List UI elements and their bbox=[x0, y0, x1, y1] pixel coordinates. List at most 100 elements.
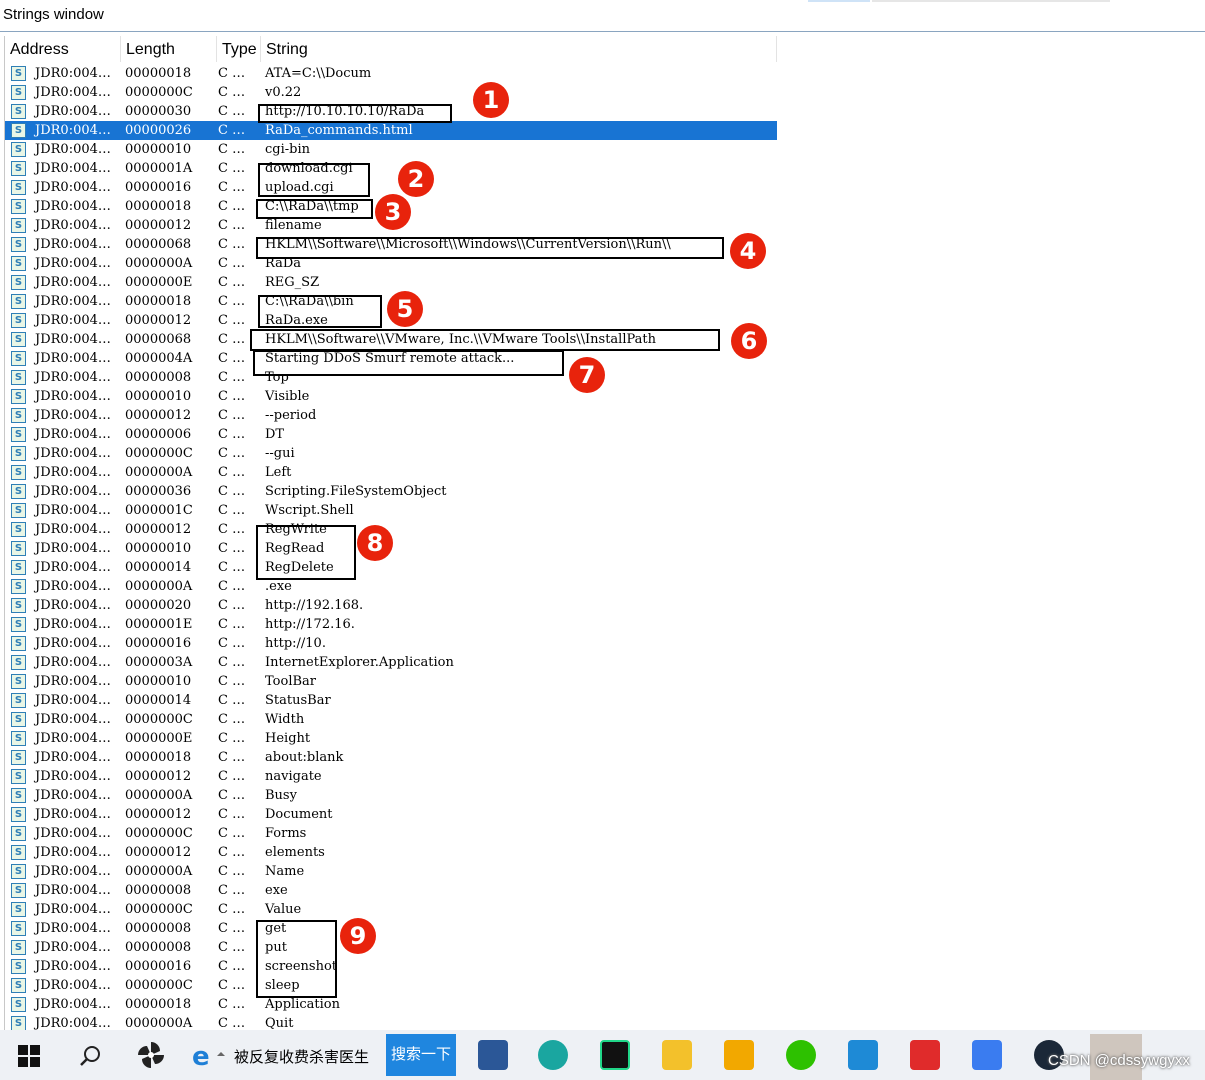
table-row[interactable]: S JDR0:004… 0000000A C … .exe bbox=[5, 577, 777, 596]
table-row[interactable]: S JDR0:004… 0000000A C … Quit bbox=[5, 1014, 777, 1030]
table-row[interactable]: S JDR0:004… 0000000A C … Name bbox=[5, 862, 777, 881]
column-header-address[interactable]: Address bbox=[5, 36, 121, 62]
cell-address: JDR0:004… bbox=[35, 712, 111, 727]
edge-tab-title[interactable]: 被反复收费杀害医生 bbox=[234, 1046, 369, 1067]
cell-string: Visible bbox=[265, 389, 310, 404]
string-type-icon: S bbox=[11, 1016, 26, 1030]
pinwheel-icon[interactable] bbox=[136, 1040, 166, 1070]
table-row[interactable]: S JDR0:004… 00000006 C … DT bbox=[5, 425, 777, 444]
string-type-icon: S bbox=[11, 769, 26, 784]
table-row[interactable]: S JDR0:004… 0000000C C … Value bbox=[5, 900, 777, 919]
cell-type: C … bbox=[218, 655, 246, 670]
string-type-icon: S bbox=[11, 85, 26, 100]
strings-list[interactable]: Address Length Type String S JDR0:004… 000… bbox=[4, 36, 1204, 1030]
cell-type: C … bbox=[218, 883, 246, 898]
search-button[interactable]: 搜索一下 bbox=[386, 1034, 456, 1076]
string-type-icon: S bbox=[11, 883, 26, 898]
table-row[interactable]: S JDR0:004… 00000008 C … put bbox=[5, 938, 777, 957]
table-row[interactable]: S JDR0:004… 00000012 C … --period bbox=[5, 406, 777, 425]
windows-start-icon[interactable] bbox=[18, 1045, 40, 1067]
title-decoration bbox=[872, 0, 1110, 2]
string-type-icon: S bbox=[11, 199, 26, 214]
table-row[interactable]: S JDR0:004… 0000000C C … v0.22 bbox=[5, 83, 777, 102]
ie-icon[interactable]: e bbox=[192, 1042, 225, 1072]
cell-address: JDR0:004… bbox=[35, 370, 111, 385]
string-type-icon: S bbox=[11, 446, 26, 461]
cell-address: JDR0:004… bbox=[35, 978, 111, 993]
table-row[interactable]: S JDR0:004… 00000012 C … Document bbox=[5, 805, 777, 824]
string-type-icon: S bbox=[11, 313, 26, 328]
table-row[interactable]: S JDR0:004… 00000016 C … http://10. bbox=[5, 634, 777, 653]
table-row[interactable]: S JDR0:004… 0000000A C … Left bbox=[5, 463, 777, 482]
table-row[interactable]: S JDR0:004… 0000001C C … Wscript.Shell bbox=[5, 501, 777, 520]
cell-length: 00000036 bbox=[125, 484, 192, 499]
string-type-icon: S bbox=[11, 864, 26, 879]
feishu-icon[interactable] bbox=[972, 1040, 1002, 1070]
wechat-icon[interactable] bbox=[786, 1040, 816, 1070]
string-type-icon: S bbox=[11, 294, 26, 309]
table-row[interactable]: S JDR0:004… 0000000C C … Width bbox=[5, 710, 777, 729]
cell-type: C … bbox=[218, 674, 246, 689]
table-row[interactable]: S JDR0:004… 00000026 C … RaDa_commands.html bbox=[5, 121, 777, 140]
cell-type: C … bbox=[218, 180, 246, 195]
table-row[interactable]: S JDR0:004… 0000000C C … Forms bbox=[5, 824, 777, 843]
table-row[interactable]: S JDR0:004… 00000012 C … elements bbox=[5, 843, 777, 862]
cell-length: 0000003A bbox=[125, 655, 193, 670]
table-row[interactable]: S JDR0:004… 00000010 C … ToolBar bbox=[5, 672, 777, 691]
table-row[interactable]: S JDR0:004… 0000000C C … --gui bbox=[5, 444, 777, 463]
column-header-length[interactable]: Length bbox=[121, 36, 217, 62]
table-row[interactable]: S JDR0:004… 0000003A C … InternetExplorer.Ap… bbox=[5, 653, 777, 672]
column-header-string[interactable]: String bbox=[261, 36, 777, 62]
cell-address: JDR0:004… bbox=[35, 104, 111, 119]
cell-length: 0000001C bbox=[125, 503, 193, 518]
cell-length: 00000008 bbox=[125, 370, 192, 385]
table-row[interactable]: S JDR0:004… 00000018 C … ATA=C:\\Docum bbox=[5, 64, 777, 83]
annotation-box bbox=[256, 237, 724, 259]
table-row[interactable]: S JDR0:004… 00000010 C … Visible bbox=[5, 387, 777, 406]
table-row[interactable]: S JDR0:004… 0000000A C … Busy bbox=[5, 786, 777, 805]
table-row[interactable]: S JDR0:004… 0000001A C … download.cgi bbox=[5, 159, 777, 178]
table-row[interactable]: S JDR0:004… 0000000C C … sleep bbox=[5, 976, 777, 995]
cell-type: C … bbox=[218, 313, 246, 328]
table-row[interactable]: S JDR0:004… 0000001E C … http://172.16. bbox=[5, 615, 777, 634]
title-decoration bbox=[808, 0, 870, 2]
window-title: Strings window bbox=[3, 6, 104, 23]
file-explorer-icon[interactable] bbox=[662, 1040, 692, 1070]
table-row[interactable]: S JDR0:004… 00000008 C … exe bbox=[5, 881, 777, 900]
cell-length: 0000001E bbox=[125, 617, 193, 632]
cell-string: Wscript.Shell bbox=[265, 503, 354, 518]
table-row[interactable]: S JDR0:004… 00000018 C … Application bbox=[5, 995, 777, 1014]
string-type-icon: S bbox=[11, 389, 26, 404]
table-row[interactable]: S JDR0:004… 00000020 C … http://192.168. bbox=[5, 596, 777, 615]
search-icon[interactable] bbox=[78, 1043, 104, 1069]
puzzle-icon[interactable] bbox=[724, 1040, 754, 1070]
string-type-icon: S bbox=[11, 351, 26, 366]
string-type-icon: S bbox=[11, 503, 26, 518]
table-row[interactable]: S JDR0:004… 00000010 C … cgi-bin bbox=[5, 140, 777, 159]
string-type-icon: S bbox=[11, 712, 26, 727]
word-icon[interactable] bbox=[478, 1040, 508, 1070]
table-row[interactable]: S JDR0:004… 0000000E C … Height bbox=[5, 729, 777, 748]
cell-length: 00000030 bbox=[125, 104, 192, 119]
table-row[interactable]: S JDR0:004… 00000014 C … RegDelete bbox=[5, 558, 777, 577]
column-header-type[interactable]: Type bbox=[217, 36, 261, 62]
cell-type: C … bbox=[218, 1016, 246, 1030]
cell-length: 00000018 bbox=[125, 750, 192, 765]
annotation-badge: 1 bbox=[473, 82, 509, 118]
cell-address: JDR0:004… bbox=[35, 275, 111, 290]
vscode-icon[interactable] bbox=[848, 1040, 878, 1070]
table-row[interactable]: S JDR0:004… 00000016 C … screenshot bbox=[5, 957, 777, 976]
pycharm-icon[interactable] bbox=[600, 1040, 630, 1070]
table-row[interactable]: S JDR0:004… 00000012 C … navigate bbox=[5, 767, 777, 786]
cell-string: REG_SZ bbox=[265, 275, 320, 290]
cell-address: JDR0:004… bbox=[35, 997, 111, 1012]
wps-icon[interactable] bbox=[910, 1040, 940, 1070]
table-row[interactable]: S JDR0:004… 00000008 C … get bbox=[5, 919, 777, 938]
table-row[interactable]: S JDR0:004… 0000000E C … REG_SZ bbox=[5, 273, 777, 292]
table-row[interactable]: S JDR0:004… 00000014 C … StatusBar bbox=[5, 691, 777, 710]
cell-length: 0000000A bbox=[125, 1016, 193, 1030]
table-row[interactable]: S JDR0:004… 00000018 C … about:blank bbox=[5, 748, 777, 767]
cell-type: C … bbox=[218, 997, 246, 1012]
edge-icon[interactable] bbox=[538, 1040, 568, 1070]
table-row[interactable]: S JDR0:004… 00000036 C … Scripting.FileSyste… bbox=[5, 482, 777, 501]
